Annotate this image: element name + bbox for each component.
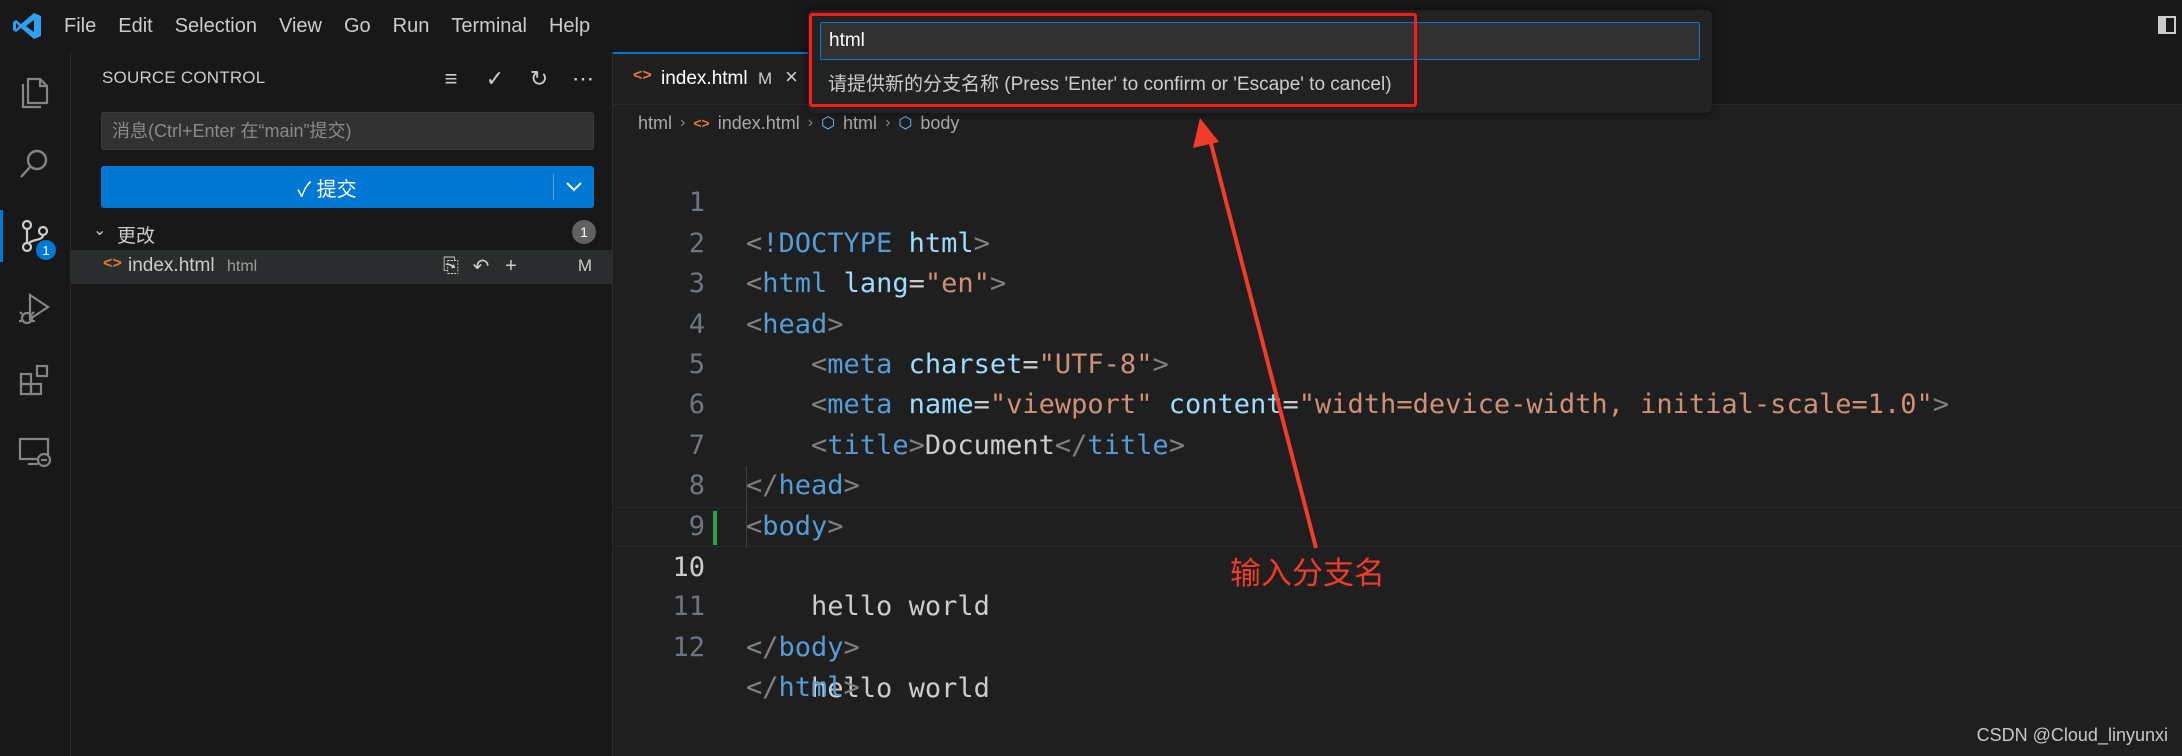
code-editor[interactable]: 1 <!DOCTYPE html> 2 <html lang="en"> 3 <… <box>613 143 2182 704</box>
stage-changes-icon[interactable]: + <box>500 252 522 280</box>
explorer-icon[interactable] <box>0 60 70 124</box>
code-line-current: 10 hello world <box>613 506 2182 704</box>
changes-count-badge: 1 <box>572 220 596 244</box>
annotation-highlight-box <box>809 13 1417 107</box>
chevron-right-icon: › <box>680 114 686 131</box>
code-line: 8 <body> <box>613 426 2182 541</box>
breadcrumb-html-element[interactable]: html <box>843 113 877 134</box>
open-file-icon[interactable]: ⎘ <box>440 252 462 280</box>
element-symbol-icon: ⬡ <box>898 115 913 132</box>
chevron-right-icon: › <box>807 114 814 131</box>
code-line: 11 </body> <box>613 547 2182 662</box>
changes-label: 更改 <box>117 226 156 247</box>
toggle-sidebar-icon[interactable] <box>2158 16 2176 34</box>
commit-dropdown-button[interactable] <box>554 166 594 208</box>
code-line: 3 <head> <box>613 224 2182 339</box>
menu-view[interactable]: View <box>279 15 322 38</box>
menu-file[interactable]: File <box>64 15 96 38</box>
source-control-sidebar: SOURCE CONTROL ≡ ✓ ↻ ⋯ ✓ 提交 ⌄ 更改 1 <> in… <box>71 52 613 756</box>
menu-edit[interactable]: Edit <box>118 15 152 38</box>
line-number: 12 <box>672 631 705 663</box>
chevron-down-icon: ⌄ <box>93 222 107 239</box>
sidebar-title: SOURCE CONTROL <box>102 68 266 87</box>
changed-file-dir: html <box>227 258 258 275</box>
line-added-gutter-marker[interactable] <box>713 510 717 545</box>
file-actions: ⎘ ↶ + <box>440 252 522 280</box>
editor-area: <> index.html M × html › <> index.html ›… <box>613 52 2182 756</box>
menu-help[interactable]: Help <box>549 15 590 38</box>
changed-file-name: index.html <box>128 255 215 276</box>
code-line: 2 <html lang="en"> <box>613 183 2182 299</box>
changes-group-header[interactable]: ⌄ 更改 1 <box>71 216 612 250</box>
html-file-icon: <> <box>693 115 710 131</box>
chevron-right-icon: › <box>885 114 891 131</box>
code-line: 7 </head> <box>613 385 2182 501</box>
file-status-badge: M <box>577 256 592 275</box>
menu-go[interactable]: Go <box>344 15 371 38</box>
code-text: </html> <box>746 672 860 704</box>
close-icon[interactable]: × <box>785 64 798 90</box>
code-line: 12 </html> <box>613 587 2182 703</box>
tab-modified-badge: M <box>758 69 773 88</box>
annotation-text: 输入分支名 <box>1230 556 1385 591</box>
commit-message-input[interactable] <box>101 112 594 150</box>
tab-index-html[interactable]: <> index.html M × <box>613 52 809 104</box>
view-as-tree-icon[interactable]: ≡ <box>436 64 466 94</box>
extensions-icon[interactable] <box>0 348 70 412</box>
menu-run[interactable]: Run <box>393 15 430 38</box>
indent-guide <box>746 507 747 548</box>
watermark: CSDN @Cloud_linyunxi <box>1976 725 2168 745</box>
changed-file-row[interactable]: <> index.html html ⎘ ↶ + M <box>71 250 612 284</box>
source-control-badge: 1 <box>36 240 56 260</box>
chevron-down-icon <box>566 182 582 192</box>
tab-label: index.html <box>661 68 748 89</box>
code-line: 5 <meta name="viewport" content="width=d… <box>613 305 2182 420</box>
breadcrumb-folder[interactable]: html <box>638 113 672 134</box>
code-line: 1 <!DOCTYPE html> <box>613 143 2182 258</box>
refresh-icon[interactable]: ↻ <box>524 64 554 94</box>
commit-button-group: ✓ 提交 <box>101 166 594 208</box>
menu-selection[interactable]: Selection <box>175 15 257 38</box>
source-control-icon[interactable]: 1 <box>0 204 70 268</box>
code-line: 9 hello world <box>613 466 2182 622</box>
more-actions-icon[interactable]: ⋯ <box>568 64 598 94</box>
activity-bar: 1 <box>0 52 71 756</box>
sidebar-actions: ≡ ✓ ↻ ⋯ <box>436 64 598 94</box>
run-debug-icon[interactable] <box>0 276 70 340</box>
code-line: 6 <title>Document</title> <box>613 345 2182 460</box>
discard-changes-icon[interactable]: ↶ <box>470 252 492 280</box>
menu-terminal[interactable]: Terminal <box>451 15 527 38</box>
breadcrumb-file[interactable]: index.html <box>718 113 800 134</box>
remote-explorer-icon[interactable] <box>0 420 70 484</box>
indent-guide <box>746 466 747 507</box>
code-line: 4 <meta charset="UTF-8"> <box>613 264 2182 380</box>
code-text: </body> <box>746 631 860 663</box>
vscode-logo-icon <box>13 13 41 39</box>
menu-bar: File Edit Selection View Go Run Terminal… <box>64 0 590 52</box>
html-file-icon: <> <box>633 67 652 84</box>
commit-button[interactable]: ✓ 提交 <box>101 166 553 208</box>
element-symbol-icon: ⬡ <box>821 115 836 132</box>
commit-check-icon[interactable]: ✓ <box>480 64 510 94</box>
html-file-icon: <> <box>103 255 122 272</box>
search-icon[interactable] <box>0 132 70 196</box>
breadcrumb-body-element[interactable]: body <box>920 113 959 134</box>
